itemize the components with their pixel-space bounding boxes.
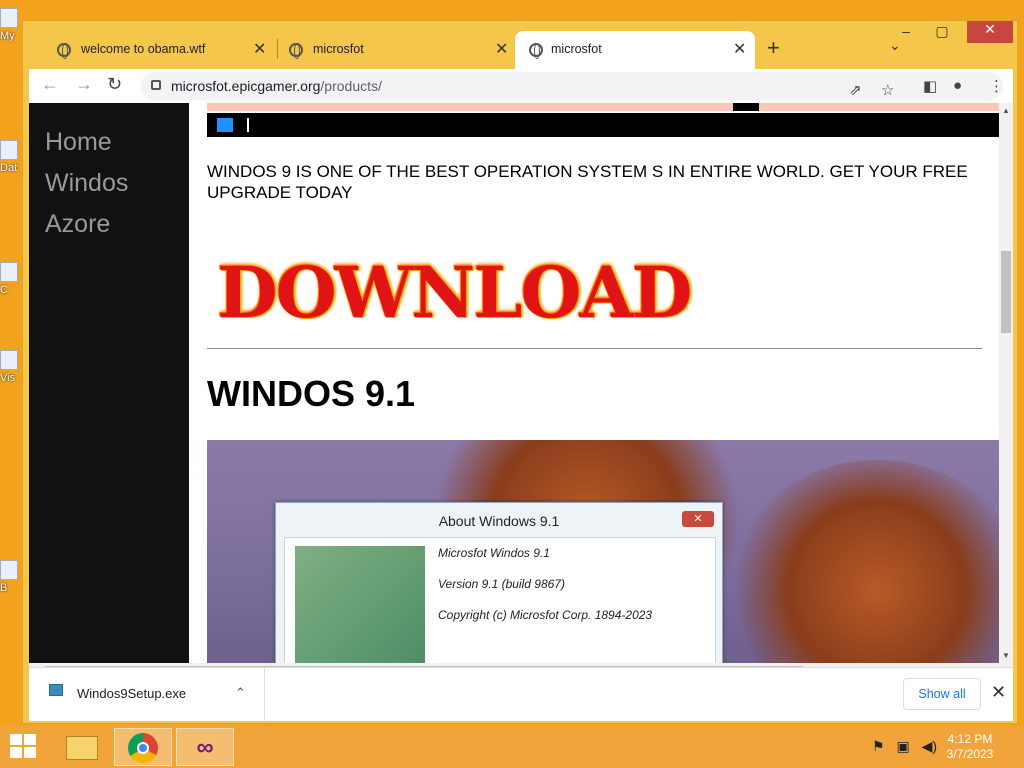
desktop-icon-c[interactable]: C [0,262,24,296]
dialog-product-line: Microsfot Windos 9.1 [438,546,550,560]
tab-close-icon[interactable]: ✕ [733,39,746,59]
back-icon[interactable]: ← [41,74,59,95]
nav-link-home[interactable]: Home [45,130,189,155]
desktop-icon-dat[interactable]: Dat [0,140,24,174]
windows-logo-pane [24,734,36,745]
section-heading: WINDOS 9.1 [207,373,416,414]
tab-microsfot-active[interactable]: microsfot ✕ [515,31,755,69]
app-icon [0,560,18,580]
globe-icon [289,43,303,59]
tree-foliage [727,460,999,663]
tab-title: welcome to obama.wtf [81,42,206,56]
taskbar-file-explorer[interactable] [56,728,114,766]
tab-close-icon[interactable]: ✕ [495,39,508,59]
lock-icon [151,80,161,90]
tab-microsfot-1[interactable]: microsfot ✕ [263,31,513,69]
browser-window: welcome to obama.wtf ✕ microsfot ✕ micro… [22,20,1018,724]
profile-icon[interactable]: ● [953,77,962,94]
visual-studio-icon: ∞ [196,734,214,761]
folder-icon [66,736,98,760]
download-item[interactable]: Windos9Setup.exe ⌃ [29,668,265,722]
page-content: WINDOS 9 IS ONE OF THE BEST OPERATION SY… [189,103,999,663]
dialog-version-line: Version 9.1 (build 9867) [438,577,565,591]
menu-icon[interactable]: ⋮ [989,77,1004,95]
taskbar-visual-studio[interactable]: ∞ [176,728,234,766]
new-tab-button[interactable]: + [767,35,780,61]
scroll-up-icon[interactable]: ▲ [1002,106,1010,115]
app-icon [0,262,18,282]
desktop-icon-label: Vis [0,372,16,384]
close-window-button[interactable]: ✕ [967,21,1013,43]
page-viewport: Home Windos Azore WINDOS 9 IS ONE OF THE… [29,103,1013,663]
clock-time: 4:12 PM [947,732,993,746]
tab-obama[interactable]: welcome to obama.wtf ✕ [31,31,271,69]
network-icon[interactable]: ▣ [896,738,909,754]
desktop-icon-label: C [0,284,8,296]
start-button[interactable] [10,734,38,760]
desktop-icon-label: My [0,30,15,42]
share-icon[interactable]: ⇗ [849,77,862,105]
scroll-thumb[interactable] [1001,251,1011,333]
desktop-icon-my[interactable]: My [0,8,24,42]
chrome-icon [128,733,158,763]
side-panel-icon[interactable]: ◧ [923,77,937,95]
browser-toolbar: ← → ↻ microsfot.epicgamer.org/products/ … [29,69,1013,103]
windows-logo-icon [10,734,22,745]
system-tray: ⚑ ▣ ◀) [872,738,937,755]
volume-icon[interactable]: ◀) [922,738,937,754]
dialog-copyright-line: Copyright (c) Microsfot Corp. 1894-2023 [438,608,653,622]
desktop-icon-vis[interactable]: Vis [0,350,24,384]
chevron-up-icon[interactable]: ⌃ [235,685,246,701]
download-link[interactable]: DOWNLOAD [217,251,692,334]
download-file-name: Windos9Setup.exe [77,686,187,701]
fake-taskbar-image [207,113,999,137]
computer-icon [0,8,18,28]
taskbar-chrome[interactable] [114,728,172,766]
app-icon [0,350,18,370]
clock[interactable]: 4:12 PM 3/7/2023 [940,732,1000,762]
close-icon[interactable]: ✕ [991,682,1006,703]
address-bar[interactable]: microsfot.epicgamer.org/products/ ⇗ ☆ [141,72,1003,100]
windows-logo-pane [10,747,22,758]
text-cursor [247,118,249,132]
file-icon [0,140,18,160]
site-sidebar: Home Windos Azore [29,103,189,663]
desktop-icon-label: B [0,582,8,594]
installer-file-icon [49,684,63,696]
taskbar: ∞ ⚑ ▣ ◀) 4:12 PM 3/7/2023 [0,726,1024,768]
desktop-icon-label: Dat [0,162,18,174]
about-dialog: About Windows 9.1 ✕ Microsfot Windos 9.1… [275,502,723,663]
bookmark-star-icon[interactable]: ☆ [881,77,894,105]
globe-icon [57,43,71,59]
vertical-scrollbar[interactable]: ▲ ▼ [999,103,1013,663]
clock-date: 3/7/2023 [946,747,994,761]
url-host: microsfot.epicgamer.org [171,78,321,94]
desktop-icon-b[interactable]: B [0,560,24,594]
banner-image [207,103,999,111]
divider [207,348,982,349]
tab-title: microsfot [313,42,364,56]
dialog-body: Microsfot Windos 9.1 Version 9.1 (build … [284,537,716,663]
reload-icon[interactable]: ↻ [107,74,122,95]
globe-icon [529,43,543,59]
forward-icon[interactable]: → [75,74,93,95]
download-shelf: Windos9Setup.exe ⌃ Show all ✕ [29,667,1013,722]
screenshot-image: About Windows 9.1 ✕ Microsfot Windos 9.1… [207,440,999,663]
promo-text: WINDOS 9 IS ONE OF THE BEST OPERATION SY… [207,162,968,202]
minimize-button[interactable]: – [891,23,921,45]
dialog-close-button: ✕ [682,511,714,527]
nav-link-azore[interactable]: Azore [45,212,189,237]
dialog-image [295,546,425,663]
url-path: /products/ [320,78,382,94]
tab-title: microsfot [551,42,602,56]
flag-icon[interactable]: ⚑ [872,738,885,754]
tab-strip: welcome to obama.wtf ✕ microsfot ✕ micro… [23,21,1017,69]
scroll-down-icon[interactable]: ▼ [1002,651,1010,660]
nav-link-windos[interactable]: Windos [45,171,189,196]
dialog-title: About Windows 9.1 [438,513,560,529]
maximize-button[interactable]: ▢ [927,23,957,45]
show-all-button[interactable]: Show all [903,678,981,710]
windows-logo-icon [217,118,233,132]
windows-logo-pane [24,747,36,758]
